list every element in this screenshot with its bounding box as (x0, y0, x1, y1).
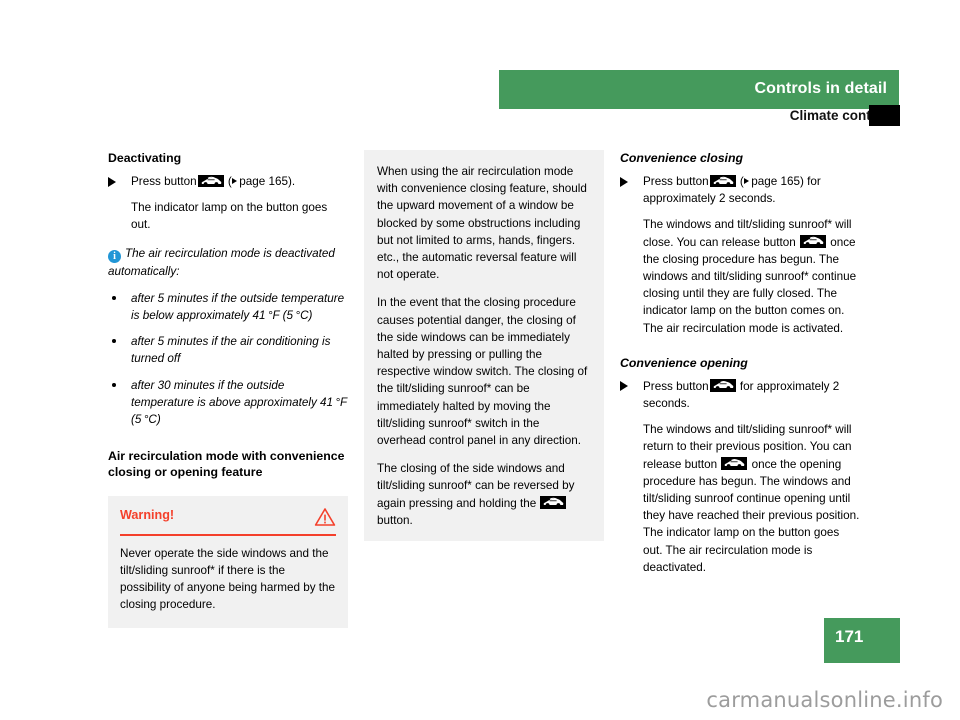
air-recirculation-car-button-icon (540, 496, 567, 509)
step-triangle-bullet-icon (108, 176, 116, 187)
step-text-before: Press button (131, 175, 197, 188)
bullet-dot-icon (112, 295, 117, 300)
manual-page: Controls in detail Climate control Deact… (0, 0, 960, 720)
info-icon: i (108, 249, 121, 263)
air-recirculation-car-button-icon (799, 235, 826, 248)
middle-column: When using the air recirculation mode wi… (364, 150, 604, 542)
air-recirculation-car-button-icon (197, 174, 224, 187)
gray-panel-paragraph: When using the air recirculation mode wi… (377, 165, 587, 282)
page-number-box: 171 (824, 618, 900, 663)
fresh-air-car-button-icon (721, 457, 748, 470)
gray-panel-paragraph: In the event that the closing procedure … (377, 296, 588, 448)
page-reference-deactivate: (page 165). (227, 175, 296, 188)
auto-deactivation-conditions-list: after 5 minutes if the outside temperatu… (108, 290, 348, 428)
header-title: Controls in detail (754, 80, 887, 97)
note-auto-deactivation: i The air recirculation mode is deactivat… (108, 245, 348, 280)
right-column: Convenience closing Press button (page 1… (620, 150, 860, 587)
bullet-dot-icon (112, 382, 117, 387)
air-recirculation-car-button-icon (709, 174, 736, 187)
fresh-air-car-button-icon (709, 379, 736, 392)
section-title-convenience-opening: Convenience opening (620, 355, 748, 370)
section-title-deactivating: Deactivating (108, 151, 182, 165)
site-watermark: carmanualsonline.info (706, 688, 943, 712)
bullet-dot-icon (112, 339, 117, 344)
warning-body-text: Never operate the side windows and the t… (120, 546, 336, 612)
list-item: after 30 minutes if the outside temperat… (108, 377, 348, 429)
step-press-button-convenience-opening: Press button for approximately 2 seconds… (620, 378, 860, 412)
header-bar: Controls in detail (499, 70, 899, 109)
deactivate-result-text: The indicator lamp on the button goes ou… (131, 201, 328, 232)
step-press-button-convenience-closing: Press button (page 165) for approximatel… (620, 173, 860, 207)
gray-info-panel: When using the air recirculation mode wi… (364, 150, 604, 542)
warning-header: Warning! (120, 507, 336, 527)
page-number: 171 (835, 627, 864, 646)
convenience-opening-body: The windows and tilt/sliding sunroof* wi… (643, 423, 860, 574)
page-reference-triangle-icon (743, 178, 749, 184)
step-triangle-bullet-icon (620, 176, 628, 187)
warning-triangle-icon (314, 508, 336, 527)
page-reference-triangle-icon (231, 178, 237, 184)
step-triangle-bullet-icon (620, 381, 628, 392)
section-title-convenience-closing: Convenience closing (620, 151, 743, 165)
warning-box: Warning! Never operate the side windows … (108, 496, 348, 628)
warning-title: Warning! (120, 508, 175, 523)
step-press-button-deactivate: Press button (page 165). (108, 173, 348, 190)
convenience-closing-body: The windows and tilt/sliding sunroof* wi… (643, 218, 857, 335)
chapter-tab-marker (869, 105, 900, 126)
section-title-air-recirculation-convenience: Air recirculation mode with convenience … (108, 449, 345, 480)
list-item: after 5 minutes if the air conditioning … (108, 333, 348, 367)
list-item: after 5 minutes if the outside temperatu… (108, 290, 348, 324)
warning-divider (120, 534, 336, 536)
note-text: The air recirculation mode is deactivate… (108, 246, 335, 278)
left-column: Deactivating Press button (page 165). Th… (108, 150, 348, 628)
gray-panel-paragraph-with-icon: The closing of the side windows and tilt… (377, 462, 575, 527)
